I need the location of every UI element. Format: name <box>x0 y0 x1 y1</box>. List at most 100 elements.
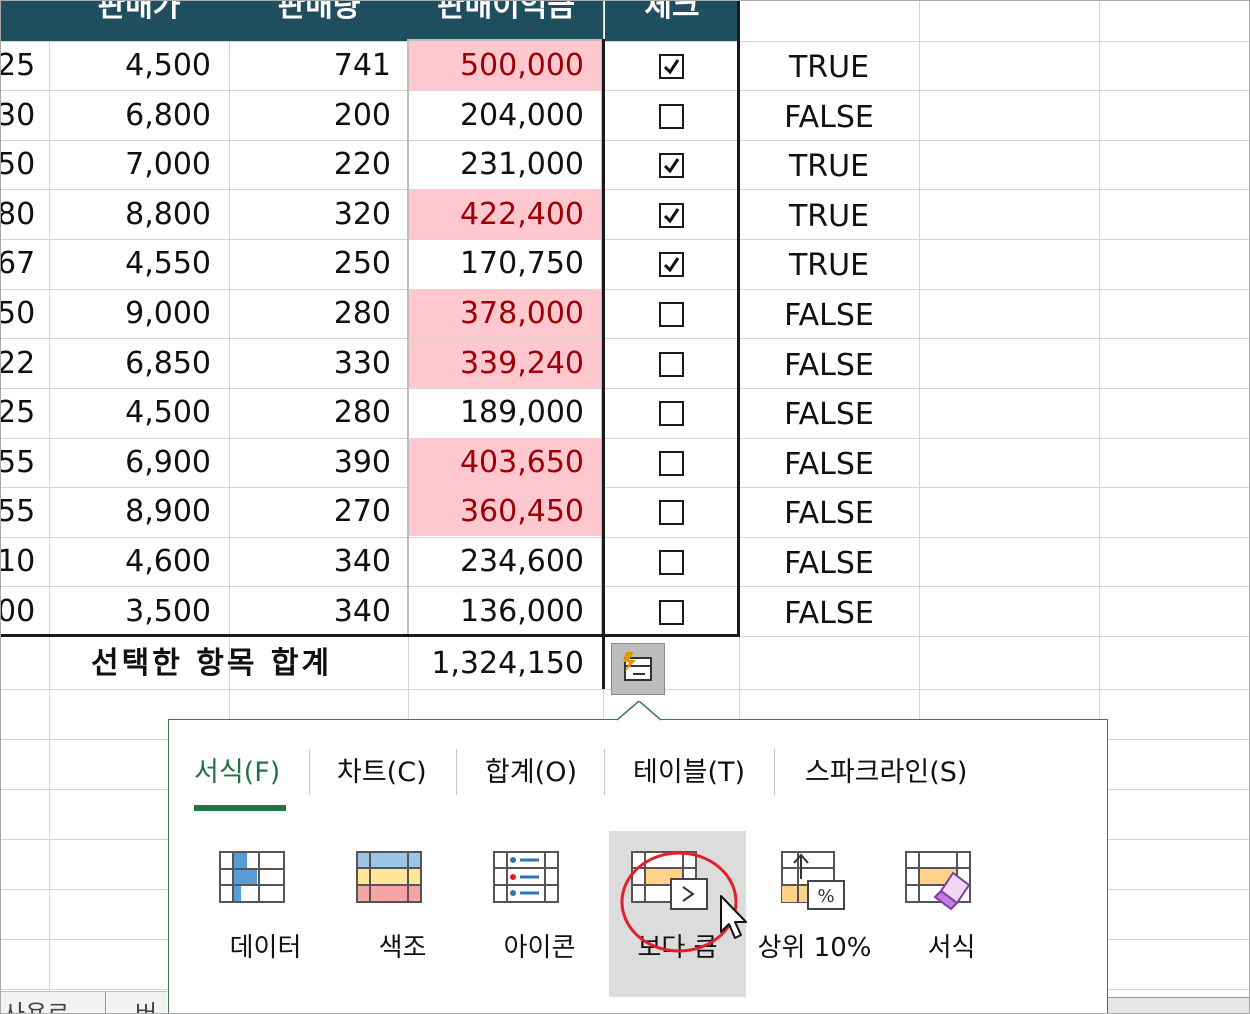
cell-bool[interactable]: TRUE <box>739 43 919 92</box>
cell-quantity[interactable]: 340 <box>229 587 391 636</box>
cell-bool[interactable]: FALSE <box>739 589 919 638</box>
tool-label: 색조 <box>378 933 427 963</box>
range-border <box>602 39 605 689</box>
cell-partial[interactable]: 67 <box>1 239 43 288</box>
cell-quantity[interactable]: 280 <box>229 388 391 437</box>
cell-price[interactable]: 7,000 <box>49 140 211 189</box>
tab-2[interactable]: 합계(O) <box>485 755 577 791</box>
tool-label: 서식 <box>927 933 976 963</box>
tab-3[interactable]: 테이블(T) <box>633 755 745 791</box>
cell-partial[interactable]: 55 <box>1 438 43 487</box>
sheet-tab[interactable]: 버 <box>135 994 157 1013</box>
cell-quantity[interactable]: 320 <box>229 190 391 239</box>
checkbox[interactable] <box>659 153 684 179</box>
cell-quantity[interactable]: 280 <box>229 289 391 338</box>
tab-1[interactable]: 차트(C) <box>337 755 427 791</box>
cell-price[interactable]: 4,500 <box>49 388 211 437</box>
cell-bool[interactable]: FALSE <box>739 291 919 340</box>
sheet-tab[interactable]: 사용료 <box>3 994 69 1013</box>
cell-partial[interactable]: 30 <box>1 91 43 140</box>
checkbox[interactable] <box>659 450 684 476</box>
checkbox[interactable] <box>659 500 684 526</box>
tool-data-bar[interactable]: 데이터 <box>197 831 334 997</box>
cell-quantity[interactable]: 200 <box>229 91 391 140</box>
tool-color-scale[interactable]: 색조 <box>334 831 471 997</box>
cell-bool[interactable]: TRUE <box>739 241 919 290</box>
cell-price[interactable]: 3,500 <box>49 587 211 636</box>
cell-quantity[interactable]: 330 <box>229 339 391 388</box>
cell-price[interactable]: 6,800 <box>49 91 211 140</box>
cell-price[interactable]: 4,600 <box>49 537 211 586</box>
horizontal-scrollbar[interactable] <box>1108 997 1249 1013</box>
header-price: 판매가 <box>97 0 181 24</box>
active-tab-underline <box>194 805 286 811</box>
tool-top-10-percent[interactable]: % 상위 10% <box>746 831 883 997</box>
total-value: 1,324,150 <box>431 646 584 681</box>
data-bar-icon <box>219 851 285 903</box>
cell-price[interactable]: 8,800 <box>49 190 211 239</box>
check-mark-icon <box>663 59 680 75</box>
cell-bool[interactable]: FALSE <box>739 489 919 538</box>
cell-quantity[interactable]: 250 <box>229 239 391 288</box>
cell-price[interactable]: 4,500 <box>49 41 211 90</box>
cell-bool[interactable]: FALSE <box>739 93 919 142</box>
cell-bool[interactable]: FALSE <box>739 390 919 439</box>
tool-clear-format[interactable]: 서식 <box>883 831 1020 997</box>
cell-partial[interactable]: 25 <box>1 41 43 90</box>
cell-bool[interactable]: FALSE <box>739 539 919 588</box>
cell-price[interactable]: 9,000 <box>49 289 211 338</box>
checkbox[interactable] <box>659 599 684 625</box>
cell-price[interactable]: 6,900 <box>49 438 211 487</box>
cell-partial[interactable]: 10 <box>1 537 43 586</box>
cell-partial[interactable]: 50 <box>1 289 43 338</box>
cell-bool[interactable]: TRUE <box>739 142 919 191</box>
cell-price[interactable]: 8,900 <box>49 487 211 536</box>
range-border <box>1 634 740 637</box>
tab-4[interactable]: 스파크라인(S) <box>805 755 967 791</box>
checkbox[interactable] <box>659 302 684 327</box>
color-scale-icon <box>356 851 422 903</box>
quick-analysis-icon <box>623 652 652 681</box>
cell-partial[interactable]: 00 <box>1 587 43 636</box>
header-quantity: 판매량 <box>277 0 361 24</box>
checkbox[interactable] <box>659 252 684 278</box>
tool-icon-set[interactable]: 아이콘 <box>471 831 608 997</box>
cell-bool[interactable]: FALSE <box>739 440 919 489</box>
tab-0[interactable]: 서식(F) <box>194 755 280 791</box>
cell-price[interactable]: 6,850 <box>49 339 211 388</box>
header-check: 체크 <box>644 0 700 24</box>
tab-separator <box>456 749 457 795</box>
tab-divider <box>105 992 106 1013</box>
cell-partial[interactable]: 55 <box>1 487 43 536</box>
cell-partial[interactable]: 25 <box>1 388 43 437</box>
checkbox[interactable] <box>659 54 684 79</box>
header-profit: 판매이익금 <box>437 0 575 24</box>
icon-set-icon <box>493 851 559 903</box>
cell-partial[interactable]: 22 <box>1 339 43 388</box>
checkbox[interactable] <box>659 351 684 377</box>
selection-range <box>407 39 603 636</box>
checkbox[interactable] <box>659 550 684 575</box>
cell-quantity[interactable]: 340 <box>229 537 391 586</box>
clear-format-icon <box>905 851 971 911</box>
cell-price[interactable]: 4,550 <box>49 239 211 288</box>
total-label: 선택한 항목 합계 <box>91 646 333 681</box>
top-10-percent-icon: % <box>781 851 845 910</box>
quick-analysis-button[interactable] <box>611 643 665 695</box>
checkbox[interactable] <box>659 103 684 129</box>
cell-partial[interactable]: 80 <box>1 190 43 239</box>
cell-quantity[interactable]: 270 <box>229 487 391 536</box>
cell-bool[interactable]: TRUE <box>739 192 919 241</box>
tool-label: 상위 10% <box>757 933 872 963</box>
mouse-cursor-icon <box>720 895 747 939</box>
cell-quantity[interactable]: 741 <box>229 41 391 90</box>
worksheet-view: 판매가 판매량 판매이익금 체크 25 4,500 741 500,000 TRUE 30… <box>0 0 1250 1014</box>
check-mark-icon <box>663 257 680 273</box>
checkbox[interactable] <box>659 202 684 228</box>
cell-quantity[interactable]: 220 <box>229 140 391 189</box>
sheet-tab-bar: 사용료 버 <box>1 991 167 1013</box>
checkbox[interactable] <box>659 401 684 427</box>
cell-bool[interactable]: FALSE <box>739 341 919 390</box>
cell-partial[interactable]: 50 <box>1 140 43 189</box>
cell-quantity[interactable]: 390 <box>229 438 391 487</box>
